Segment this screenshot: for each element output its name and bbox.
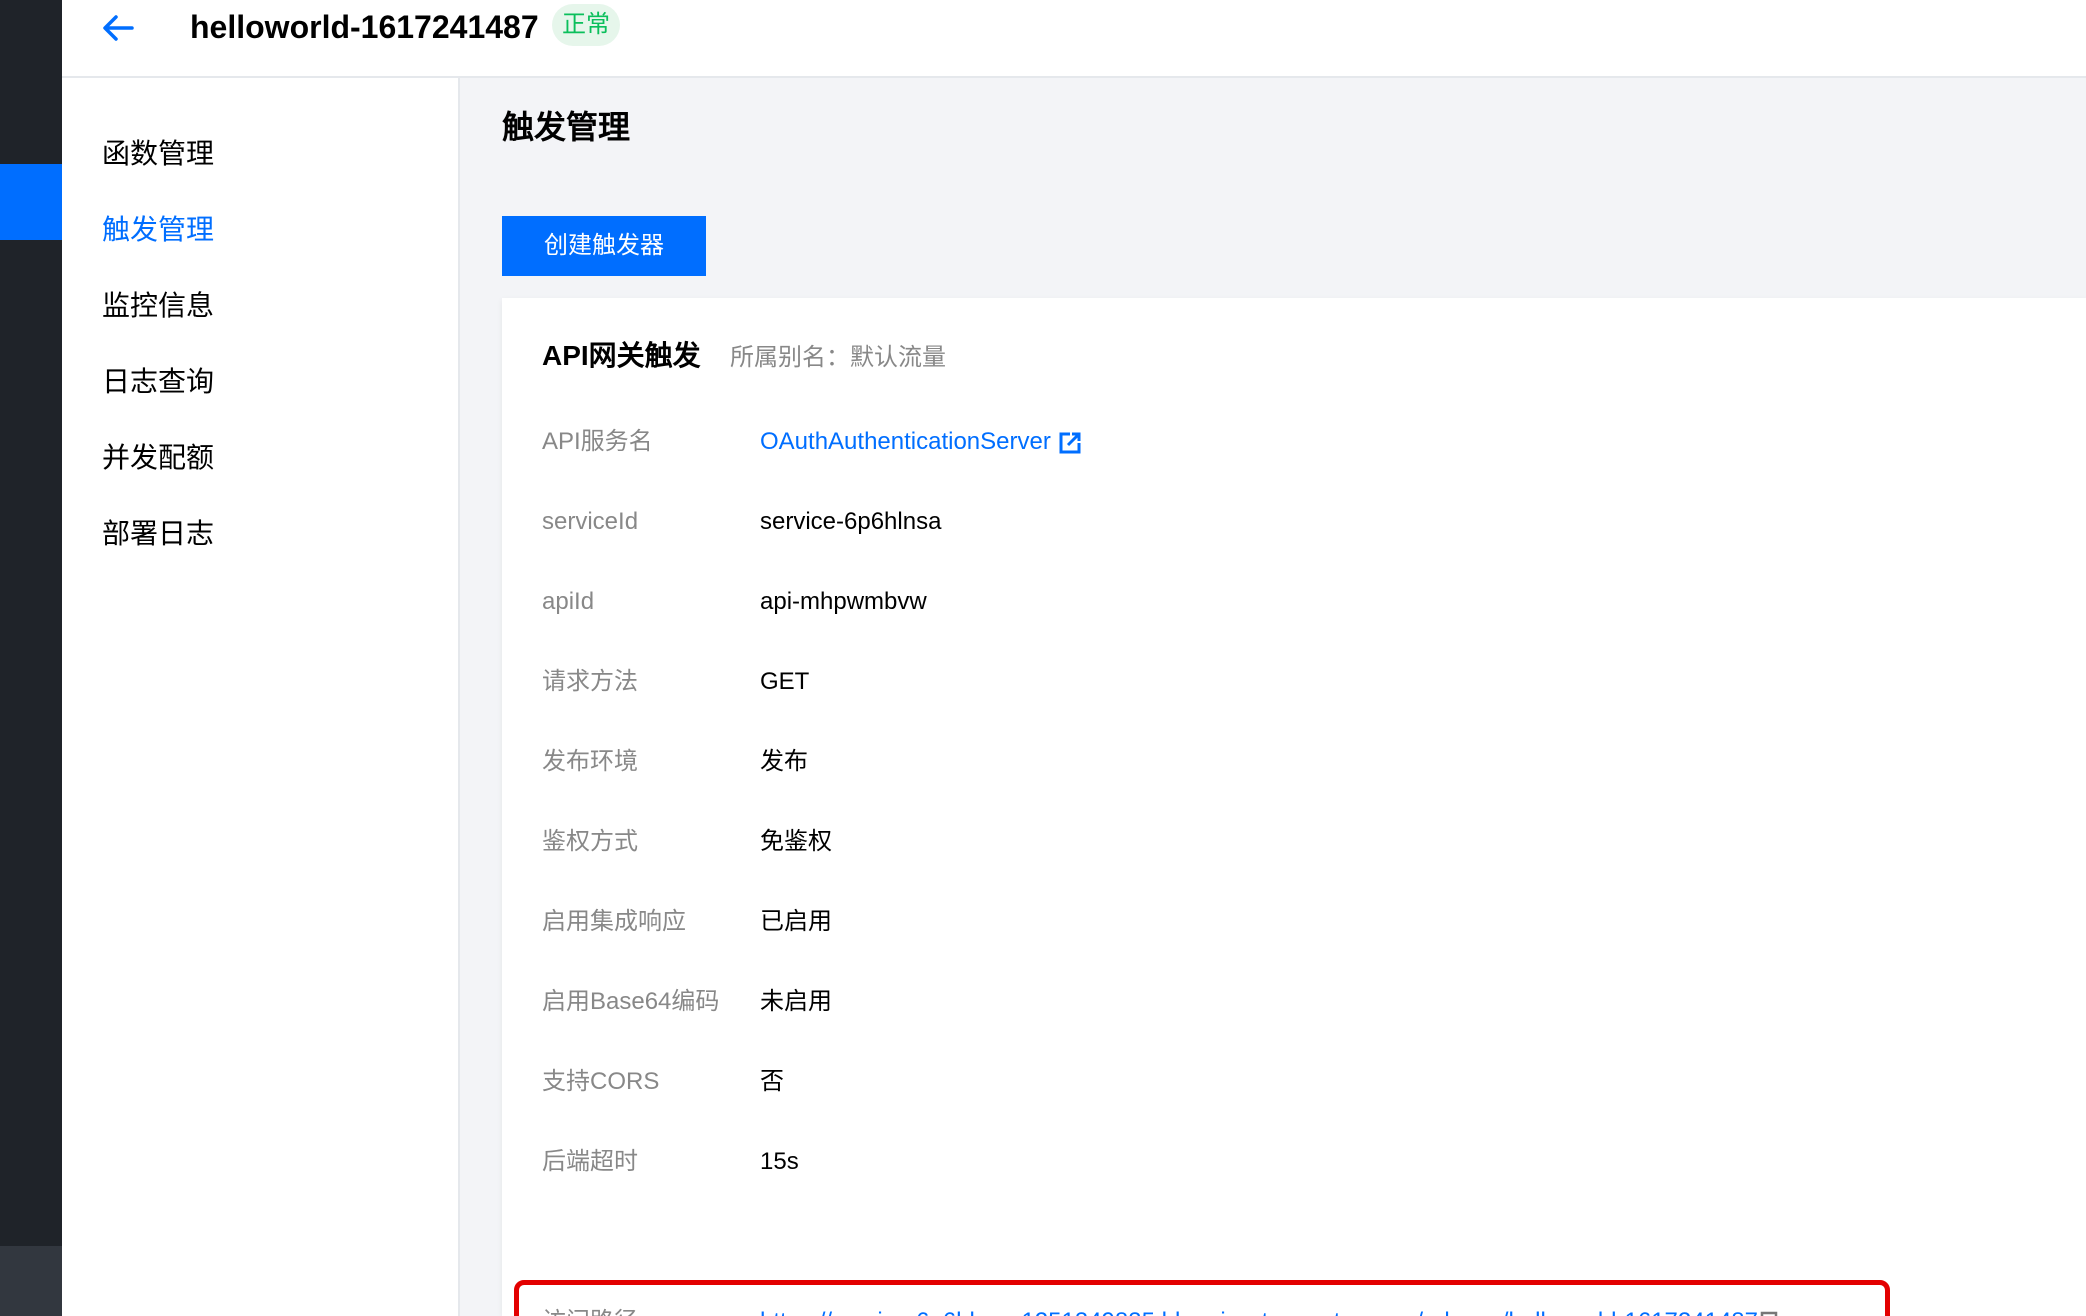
row-label-access-path: 访问路径 (542, 1304, 638, 1316)
row-value-auth-method: 免鉴权 (760, 828, 832, 855)
alias-value: 默认流量 (850, 344, 946, 371)
row-label-base64-encoding: 启用Base64编码 (542, 988, 720, 1015)
access-path-link[interactable]: https://service-6p6hlnsa-1251349835.hk.a… (760, 1308, 1758, 1316)
sidebar-item-monitoring[interactable]: 监控信息 (102, 286, 214, 326)
create-trigger-button[interactable]: 创建触发器 (502, 216, 706, 276)
sidebar-item-concurrency-quota[interactable]: 并发配额 (102, 438, 214, 478)
sidebar-item-log-query[interactable]: 日志查询 (102, 362, 214, 402)
row-value-service-id: service-6p6hlnsa (760, 508, 942, 535)
row-label-service-id: serviceId (542, 508, 639, 535)
page-title: 触发管理 (502, 109, 631, 145)
row-value-request-method: GET (760, 668, 810, 695)
row-label-request-method: 请求方法 (542, 668, 638, 695)
row-value-release-env: 发布 (760, 748, 808, 775)
row-label-api-service-name: API服务名 (542, 428, 653, 455)
sidebar-item-trigger-management[interactable]: 触发管理 (102, 210, 214, 250)
trigger-card: API网关触发 所属别名：默认流量 API服务名 OAuthAuthentica… (502, 298, 2086, 1316)
external-link-icon[interactable] (1059, 431, 1081, 454)
row-value-access-path: https://service-6p6hlnsa-1251349835.hk.a… (760, 1304, 1784, 1316)
arrow-left-icon[interactable] (98, 8, 138, 48)
row-label-auth-method: 鉴权方式 (542, 828, 638, 855)
global-nav-bottom-block[interactable] (0, 1246, 62, 1316)
row-label-cors: 支持CORS (542, 1068, 660, 1095)
row-value-backend-timeout: 15s (760, 1148, 799, 1175)
trigger-alias: 所属别名：默认流量 (730, 340, 946, 376)
row-value-cors: 否 (760, 1068, 784, 1095)
global-nav-strip (0, 0, 62, 1316)
main-content: 触发管理 创建触发器 API网关触发 所属别名：默认流量 API服务名 OAut… (460, 78, 2086, 1316)
copy-icon[interactable] (1760, 1311, 1784, 1316)
alias-label: 所属别名： (730, 344, 850, 371)
row-value-integrated-response: 已启用 (760, 908, 832, 935)
sidebar-item-deploy-log[interactable]: 部署日志 (102, 514, 214, 554)
row-label-backend-timeout: 后端超时 (542, 1148, 638, 1175)
sidebar-item-function-management[interactable]: 函数管理 (102, 134, 214, 174)
row-label-api-id: apiId (542, 588, 595, 615)
sidebar: 函数管理 触发管理 监控信息 日志查询 并发配额 部署日志 (62, 78, 460, 1316)
row-value-base64-encoding: 未启用 (760, 988, 832, 1015)
row-label-integrated-response: 启用集成响应 (542, 908, 686, 935)
function-title: helloworld-1617241487 (190, 9, 539, 45)
status-badge: 正常 (552, 4, 620, 46)
global-nav-active-marker[interactable] (0, 164, 62, 240)
row-label-release-env: 发布环境 (542, 748, 638, 775)
row-value-api-id: api-mhpwmbvw (760, 588, 927, 615)
trigger-type-title: API网关触发 (542, 340, 701, 371)
api-service-link[interactable]: OAuthAuthenticationServer (760, 428, 1051, 455)
row-value-api-service-name: OAuthAuthenticationServer (760, 424, 1081, 460)
top-bar: helloworld-1617241487 正常 (62, 0, 2086, 78)
